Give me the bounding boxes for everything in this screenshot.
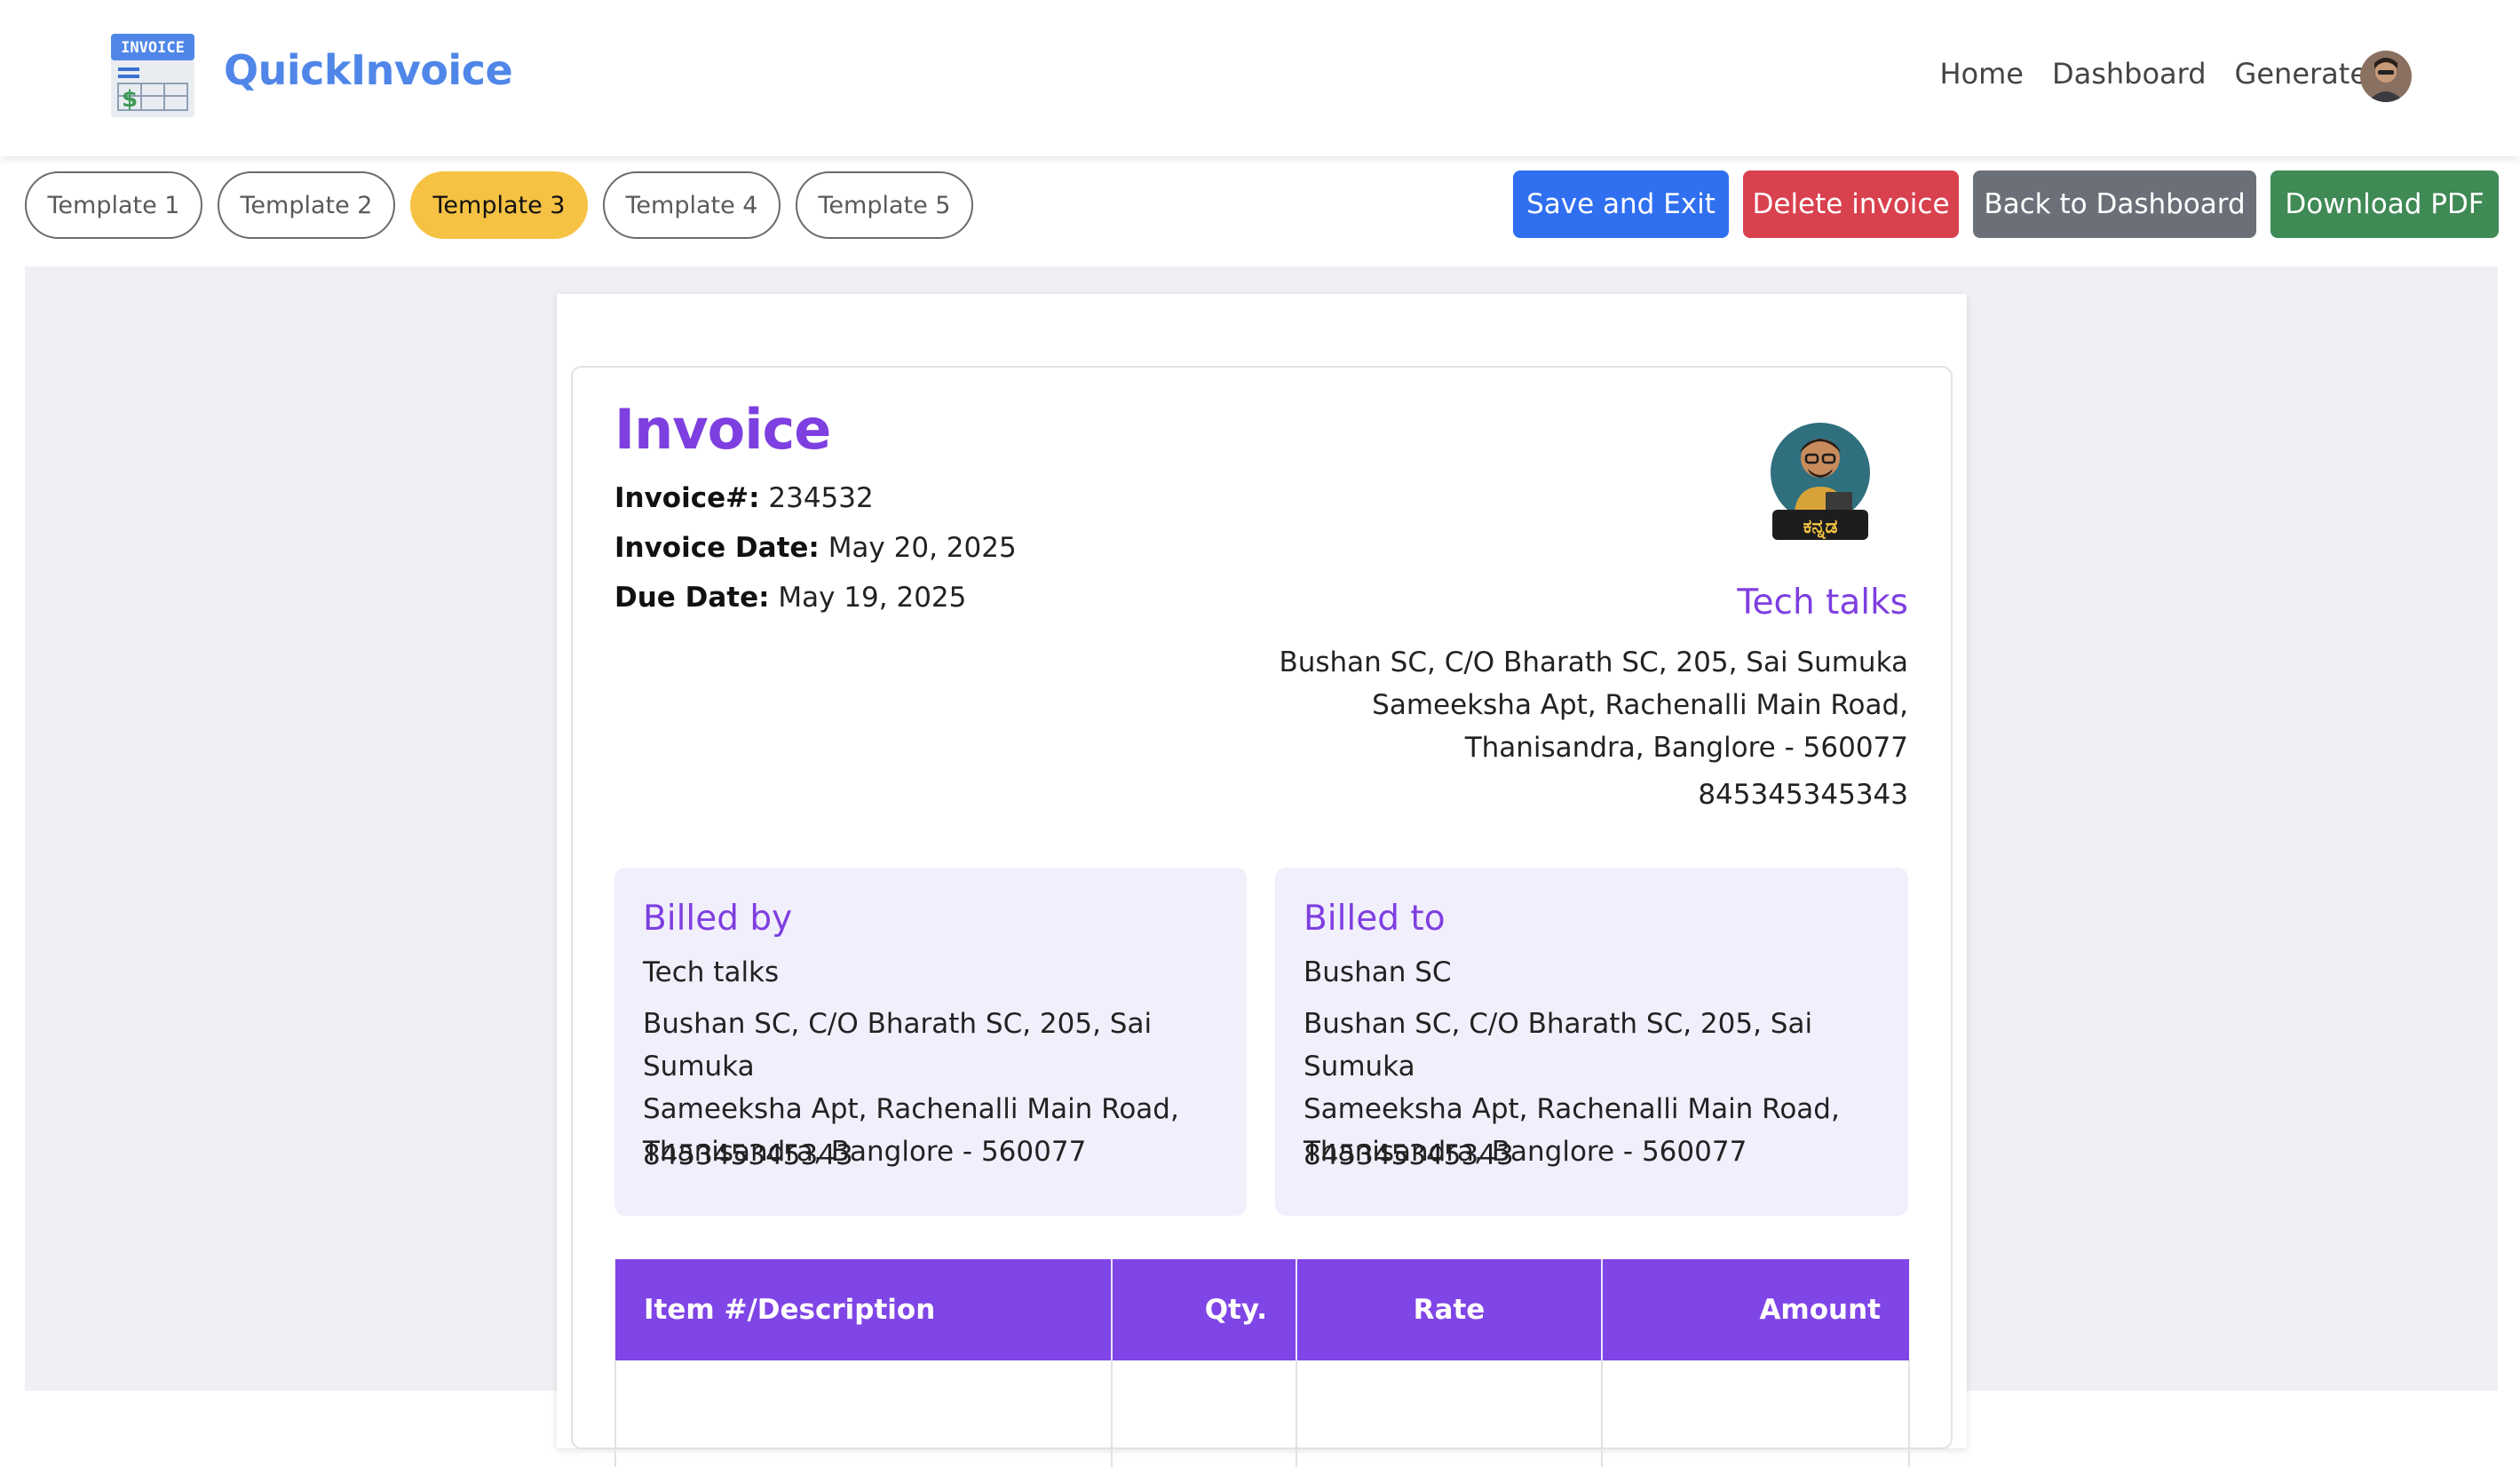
items-table-header-row: Item #/Description Qty. Rate Amount (615, 1259, 1909, 1360)
company-phone: 845345345343 (1698, 779, 1908, 811)
nav-link-dashboard[interactable]: Dashboard (2052, 57, 2207, 91)
company-address-line: Bushan SC, C/O Bharath SC, 205, Sai Sumu… (1279, 646, 1908, 678)
invoice-date-value: May 20, 2025 (828, 532, 1017, 564)
table-row (614, 1360, 1910, 1467)
due-date-value: May 19, 2025 (778, 582, 967, 614)
billed-to-address-line: Sameeksha Apt, Rachenalli Main Road, (1304, 1093, 1840, 1125)
user-avatar[interactable] (2360, 51, 2412, 102)
items-table: Item #/Description Qty. Rate Amount (614, 1259, 1910, 1467)
column-header-qty: Qty. (1112, 1259, 1297, 1360)
tab-template-5[interactable]: Template 5 (796, 171, 973, 239)
billed-by-heading: Billed by (643, 899, 793, 939)
table-cell (1111, 1360, 1297, 1467)
column-header-rate: Rate (1296, 1259, 1603, 1360)
company-address: Bushan SC, C/O Bharath SC, 205, Sai Sumu… (1198, 641, 1908, 769)
tab-template-3[interactable]: Template 3 (410, 171, 588, 239)
tab-template-2[interactable]: Template 2 (218, 171, 395, 239)
back-to-dashboard-button[interactable]: Back to Dashboard (1973, 170, 2256, 238)
billed-to-card: Billed to Bushan SC Bushan SC, C/O Bhara… (1275, 868, 1908, 1216)
action-buttons: Save and Exit Delete invoice Back to Das… (1513, 170, 2499, 238)
table-cell (1296, 1360, 1603, 1467)
company-name: Tech talks (1737, 583, 1908, 622)
invoice-date-line: Invoice Date: May 20, 2025 (614, 532, 1017, 564)
invoice-number-value: 234532 (768, 482, 874, 514)
invoice-logo-icon[interactable]: INVOICE $ (109, 32, 196, 119)
table-cell (1601, 1360, 1910, 1467)
billed-by-address-line: Bushan SC, C/O Bharath SC, 205, Sai Sumu… (643, 1008, 1153, 1082)
nav-links: Home Dashboard Generate (1939, 57, 2367, 91)
invoice-date-label: Invoice Date: (614, 532, 820, 564)
save-and-exit-button[interactable]: Save and Exit (1513, 170, 1729, 238)
delete-invoice-button[interactable]: Delete invoice (1743, 170, 1959, 238)
tab-template-1[interactable]: Template 1 (25, 171, 202, 239)
billed-by-name: Tech talks (643, 956, 780, 988)
invoice-number-line: Invoice#: 234532 (614, 482, 874, 514)
due-date-line: Due Date: May 19, 2025 (614, 582, 966, 614)
column-header-description: Item #/Description (615, 1259, 1113, 1360)
billed-by-phone: 845345345343 (643, 1139, 853, 1171)
due-date-label: Due Date: (614, 582, 770, 614)
nav-link-generate[interactable]: Generate (2235, 57, 2367, 91)
invoice-number-label: Invoice#: (614, 482, 760, 514)
template-tabs: Template 1 Template 2 Template 3 Templat… (25, 171, 973, 239)
company-address-line: Sameeksha Apt, Rachenalli Main Road, (1372, 689, 1908, 721)
billed-by-address-line: Sameeksha Apt, Rachenalli Main Road, (643, 1093, 1179, 1125)
billed-to-address-line: Bushan SC, C/O Bharath SC, 205, Sai Sumu… (1304, 1008, 1813, 1082)
svg-text:INVOICE: INVOICE (121, 39, 185, 57)
tab-template-4[interactable]: Template 4 (603, 171, 781, 239)
top-navbar: INVOICE $ QuickInvoice Home Dashboard Ge… (0, 0, 2520, 156)
billed-to-heading: Billed to (1304, 899, 1446, 939)
company-address-line: Thanisandra, Banglore - 560077 (1464, 732, 1908, 764)
billed-to-phone: 845345345343 (1304, 1139, 1514, 1171)
company-logo-icon: ಕನ್ನಡ (1767, 417, 1874, 542)
billed-by-card: Billed by Tech talks Bushan SC, C/O Bhar… (614, 868, 1247, 1216)
svg-text:ಕನ್ನಡ: ಕನ್ನಡ (1803, 516, 1837, 540)
nav-link-home[interactable]: Home (1939, 57, 2024, 91)
download-pdf-button[interactable]: Download PDF (2270, 170, 2499, 238)
svg-text:$: $ (122, 86, 138, 113)
column-header-amount: Amount (1602, 1259, 1909, 1360)
invoice-title: Invoice (614, 397, 831, 462)
table-cell (614, 1360, 1113, 1467)
billed-to-name: Bushan SC (1304, 956, 1452, 988)
brand-name[interactable]: QuickInvoice (224, 46, 513, 94)
